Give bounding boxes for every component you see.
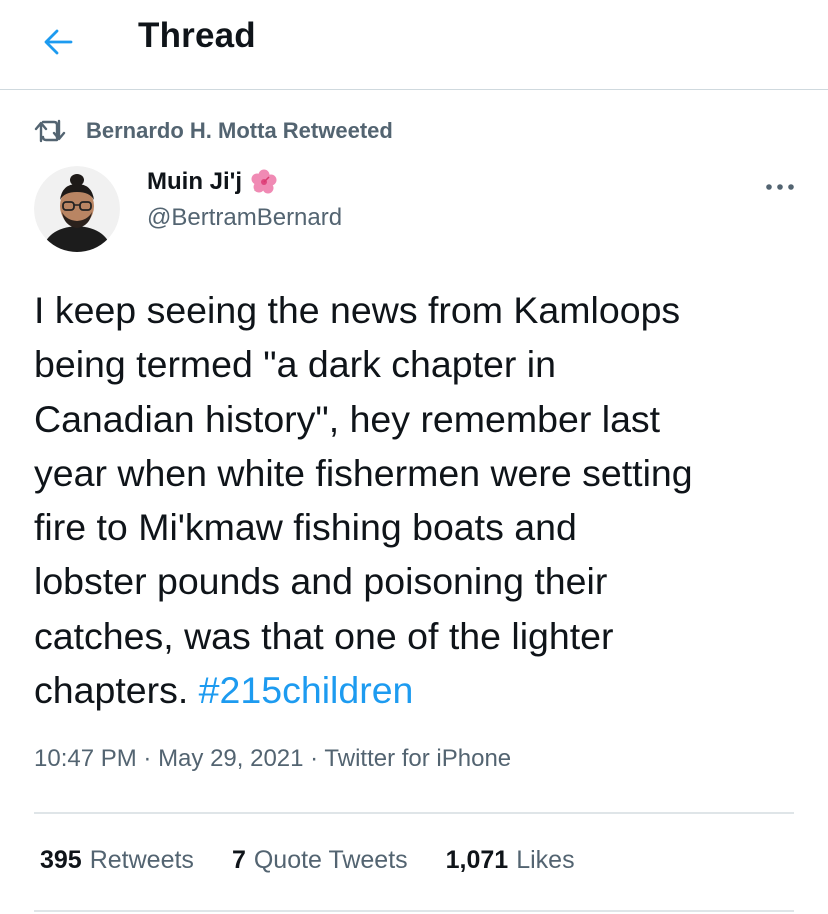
tweet-text: I keep seeing the news from Kamloops bei… (34, 283, 804, 717)
thread-header: Thread (0, 0, 828, 90)
more-options-button[interactable] (760, 172, 800, 202)
tweet-body: I keep seeing the news from Kamloops bei… (34, 289, 693, 712)
quotes-label: Quote Tweets (253, 846, 408, 874)
tweet-date[interactable]: May 29, 2021 (158, 745, 303, 772)
likes-stat[interactable]: 1,071 Likes (446, 846, 575, 875)
likes-label: Likes (516, 846, 575, 874)
author-handle[interactable]: @BertramBernard (147, 204, 342, 232)
retweets-count: 395 (40, 846, 82, 874)
retweets-label: Retweets (89, 846, 194, 874)
tweet-time[interactable]: 10:47 PM (34, 745, 137, 772)
engagement-stats: 395 Retweets 7 Quote Tweets 1,071 Likes (40, 846, 575, 875)
divider-top (34, 812, 794, 814)
back-arrow-icon (44, 29, 73, 55)
author-name-text: Muin Ji'j (147, 168, 243, 195)
hashtag-link[interactable]: #215children (199, 669, 414, 711)
divider-bottom (34, 910, 794, 912)
retweeted-by-label: Bernardo H. Motta Retweeted (86, 118, 393, 143)
hibiscus-flower-icon (250, 168, 278, 196)
more-options-icon (766, 184, 794, 190)
quote-tweets-stat[interactable]: 7 Quote Tweets (232, 846, 408, 875)
meta-separator: · (136, 745, 159, 772)
back-button[interactable] (34, 20, 82, 64)
quotes-count: 7 (231, 846, 246, 874)
page-title: Thread (138, 16, 256, 55)
retweeted-by-row[interactable]: Bernardo H. Motta Retweeted (34, 114, 393, 148)
tweet-source[interactable]: Twitter for iPhone (324, 745, 511, 772)
tweet-meta: 10:47 PM · May 29, 2021 · Twitter for iP… (34, 745, 511, 773)
meta-separator: · (303, 745, 325, 772)
retweets-stat[interactable]: 395 Retweets (40, 846, 194, 875)
author-display-name[interactable]: Muin Ji'j (147, 168, 342, 196)
retweet-icon (34, 116, 68, 146)
avatar[interactable] (34, 166, 120, 252)
likes-count: 1,071 (445, 846, 509, 874)
author-block: Muin Ji'j @BertramBernard (147, 168, 342, 232)
